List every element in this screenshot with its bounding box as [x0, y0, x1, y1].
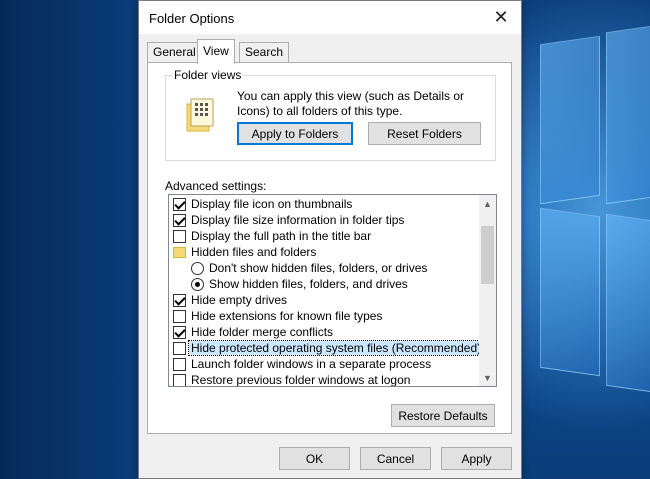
window-title: Folder Options — [149, 11, 235, 26]
tab-view-label: View — [203, 44, 229, 58]
folder-views-icon — [186, 98, 214, 132]
cancel-button[interactable]: Cancel — [360, 447, 431, 470]
list-item-label: Hide empty drives — [191, 293, 288, 307]
list-item[interactable]: Display file size information in folder … — [173, 212, 483, 228]
checkbox[interactable] — [173, 309, 186, 323]
chevron-down-icon: ▼ — [483, 372, 492, 383]
checkbox[interactable] — [173, 341, 186, 355]
windows-logo-pane — [540, 207, 600, 377]
checkbox[interactable] — [173, 213, 186, 227]
title-bar[interactable]: Folder Options ✕ — [139, 1, 521, 34]
folder-options-dialog: Folder Options ✕ General View Search Fol… — [138, 0, 522, 479]
tab-search-label: Search — [245, 45, 284, 59]
view-tab-panel: Folder views You can apply this view (su… — [147, 62, 512, 434]
tab-general-label: General — [153, 45, 196, 59]
list-item-label-focused: Hide protected operating system files (R… — [187, 340, 485, 356]
list-item-label: Display file size information in folder … — [191, 213, 405, 227]
scroll-up-button[interactable]: ▲ — [479, 195, 496, 212]
reset-folders-button[interactable]: Reset Folders — [368, 122, 481, 145]
list-item-label: Hide folder merge conflicts — [191, 325, 334, 339]
list-item[interactable]: Display the full path in the title bar — [173, 228, 483, 244]
tab-general[interactable]: General — [147, 42, 202, 63]
scroll-down-button[interactable]: ▼ — [479, 369, 496, 386]
folder-views-description: You can apply this view (such as Details… — [237, 89, 465, 118]
close-button[interactable]: ✕ — [481, 1, 521, 34]
ok-button[interactable]: OK — [279, 447, 350, 470]
windows-logo-pane — [606, 23, 650, 205]
vertical-scrollbar[interactable]: ▲ ▼ — [479, 195, 496, 386]
advanced-settings-label: Advanced settings: — [165, 179, 267, 193]
list-item-label: Show hidden files, folders, and drives — [209, 277, 408, 291]
advanced-settings-list[interactable]: Display file icon on thumbnails Display … — [168, 194, 497, 387]
checkbox[interactable] — [173, 229, 186, 243]
list-item[interactable]: Hide empty drives — [173, 292, 483, 308]
list-item-label: Display file icon on thumbnails — [191, 197, 353, 211]
checkbox[interactable] — [173, 325, 186, 339]
list-item[interactable]: Launch folder windows in a separate proc… — [173, 356, 483, 372]
chevron-up-icon: ▲ — [483, 198, 492, 209]
list-item[interactable]: Hide folder merge conflicts — [173, 324, 483, 340]
list-item-label: Display the full path in the title bar — [191, 229, 372, 243]
scroll-thumb[interactable] — [481, 226, 494, 284]
radio-button[interactable] — [191, 261, 204, 275]
restore-defaults-button[interactable]: Restore Defaults — [391, 404, 495, 427]
folder-icon — [173, 246, 186, 258]
checkbox[interactable] — [173, 373, 186, 386]
list-item[interactable]: Show hidden files, folders, and drives — [191, 276, 496, 292]
checkbox[interactable] — [173, 197, 186, 211]
list-item[interactable]: Display file icon on thumbnails — [173, 196, 483, 212]
radio-button[interactable] — [191, 277, 204, 291]
tab-search[interactable]: Search — [239, 42, 290, 63]
tab-view[interactable]: View — [197, 39, 235, 64]
list-item-label: Hidden files and folders — [191, 245, 317, 259]
apply-to-folders-button[interactable]: Apply to Folders — [237, 122, 353, 145]
list-item-label: Restore previous folder windows at logon — [191, 373, 411, 387]
list-item[interactable]: Hide extensions for known file types — [173, 308, 483, 324]
list-item-label: Don't show hidden files, folders, or dri… — [209, 261, 428, 275]
desktop-left-area — [0, 0, 140, 479]
checkbox[interactable] — [173, 293, 186, 307]
windows-logo-pane — [540, 35, 600, 205]
list-item[interactable]: Hide protected operating system files (R… — [173, 340, 485, 356]
apply-button[interactable]: Apply — [441, 447, 512, 470]
list-item-label: Hide extensions for known file types — [191, 309, 383, 323]
list-item[interactable]: Don't show hidden files, folders, or dri… — [191, 260, 496, 276]
folder-views-label: Folder views — [172, 68, 244, 82]
folder-views-group: Folder views You can apply this view (su… — [165, 68, 496, 161]
close-icon: ✕ — [493, 7, 509, 27]
checkbox[interactable] — [173, 357, 186, 371]
list-item[interactable]: Restore previous folder windows at logon — [173, 372, 483, 387]
list-item-label: Launch folder windows in a separate proc… — [191, 357, 432, 371]
list-item-group: Hidden files and folders — [173, 244, 483, 260]
windows-logo-pane — [606, 213, 650, 395]
